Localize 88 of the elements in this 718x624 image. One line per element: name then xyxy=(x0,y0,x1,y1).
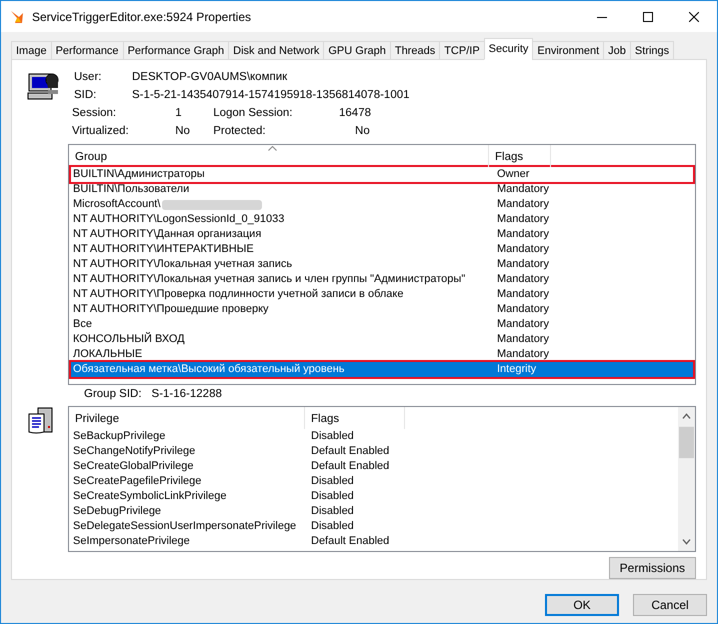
ok-button[interactable]: OK xyxy=(545,594,619,616)
tab[interactable]: Strings xyxy=(630,41,674,60)
column-header[interactable]: Flags xyxy=(305,407,405,429)
table-row[interactable]: NT AUTHORITY\ИНТЕРАКТИВНЫЕ Mandatory xyxy=(71,242,693,257)
flags-cell-text: Mandatory xyxy=(496,197,550,212)
flags-cell-text: Disabled xyxy=(310,474,355,489)
group-cell: NT AUTHORITY\Проверка подлинности учетной записи в облаке xyxy=(73,287,404,302)
table-row[interactable]: Все Mandatory xyxy=(71,317,693,332)
privilege-cell-text: SeDelegateSessionUserImpersonatePrivilege xyxy=(72,519,298,534)
group-cell: КОНСОЛЬНЫЙ ВХОД xyxy=(73,332,185,347)
group-cell: ЛОКАЛЬНЫЕ xyxy=(73,347,142,362)
field-label: Virtualized: xyxy=(72,125,130,137)
flags-cell-text: Integrity xyxy=(496,362,538,377)
flags-cell-text: Disabled xyxy=(310,519,355,534)
flags-cell-text: Mandatory xyxy=(496,227,550,242)
privilege-cell-text: SeImpersonatePrivilege xyxy=(72,534,191,549)
table-row[interactable]: ЛОКАЛЬНЫЕ Mandatory xyxy=(71,347,693,362)
field-label: Logon Session: xyxy=(213,107,294,119)
flags-cell-text: Default Enabled xyxy=(310,459,390,474)
flags-cell-text: Mandatory xyxy=(496,242,550,257)
table-row[interactable]: MicrosoftAccount\ Mandatory xyxy=(71,197,693,212)
flags-cell-text: Mandatory xyxy=(496,257,550,272)
group-cell: NT AUTHORITY\Прошедшие проверку xyxy=(73,302,269,317)
flags-cell-text: Mandatory xyxy=(496,317,550,332)
tab[interactable]: Image xyxy=(11,41,52,60)
maximize-icon xyxy=(643,12,653,22)
close-icon xyxy=(689,12,699,22)
group-cell: BUILTIN\Пользователи xyxy=(73,182,190,197)
table-row[interactable]: NT AUTHORITY\Данная организация Mandatory xyxy=(71,227,693,242)
group-cell: Обязательная метка\Высокий обязательный уровень xyxy=(73,362,345,377)
privilege-cell-text: SeDebugPrivilege xyxy=(72,504,162,519)
table-row[interactable]: NT AUTHORITY\Прошедшие проверку Mandatory xyxy=(71,302,693,317)
field-value: 1 xyxy=(175,107,183,119)
group-cell: BUILTIN\Администраторы xyxy=(73,167,205,182)
flags-cell-text: Mandatory xyxy=(496,302,550,317)
flags-cell-text: Mandatory xyxy=(496,182,550,197)
flags-cell-text: Disabled xyxy=(310,429,355,444)
cancel-button[interactable]: Cancel xyxy=(633,594,707,616)
flags-cell-text: Mandatory xyxy=(496,272,550,287)
field-value: S-1-5-21-1435407914-1574195918-1356814078-1001 xyxy=(132,89,410,101)
field-value: DESKTOP-GV0AUMS\компик xyxy=(132,71,288,83)
flags-cell-text: Default Enabled xyxy=(310,534,390,549)
group-cell: MicrosoftAccount\ xyxy=(73,197,160,212)
table-row[interactable]: КОНСОЛЬНЫЙ ВХОД Mandatory xyxy=(71,332,693,347)
field-value: No xyxy=(175,125,191,137)
group-cell: NT AUTHORITY\ИНТЕРАКТИВНЫЕ xyxy=(73,242,254,257)
group-cell: NT AUTHORITY\Локальная учетная запись xyxy=(73,257,292,272)
group-cell: NT AUTHORITY\LogonSessionId_0_91033 xyxy=(73,212,284,227)
table-row[interactable]: BUILTIN\Пользователи Mandatory xyxy=(71,182,693,197)
field-label: Session: xyxy=(72,107,118,119)
field-value: S-1-16-12288 xyxy=(152,388,222,400)
column-header[interactable]: Flags xyxy=(489,145,551,167)
flags-cell-text: Default Enabled xyxy=(310,444,390,459)
window-title: ServiceTriggerEditor.exe:5924 Properties xyxy=(32,10,252,24)
table-row[interactable]: NT AUTHORITY\Локальная учетная запись и член группы "Администраторы" Mandatory xyxy=(71,272,693,287)
privilege-cell-text: SeBackupPrivilege xyxy=(72,429,166,444)
flags-cell-text: Disabled xyxy=(310,504,355,519)
vertical-scrollbar[interactable] xyxy=(678,407,695,551)
column-header[interactable]: Privilege xyxy=(69,407,305,429)
flags-cell-text: Disabled xyxy=(310,489,355,504)
flags-cell-text: Mandatory xyxy=(496,347,550,362)
field-label: User: xyxy=(74,71,102,83)
flags-cell-text: Mandatory xyxy=(496,212,550,227)
permissions-button[interactable]: Permissions xyxy=(608,557,696,579)
privilege-cell-text: SeCreatePagefilePrivilege xyxy=(72,474,202,489)
privilege-cell-text: SeChangeNotifyPrivilege xyxy=(72,444,196,459)
table-row[interactable]: NT AUTHORITY\LogonSessionId_0_91033 Mandatory xyxy=(71,212,693,227)
app-icon xyxy=(9,8,25,24)
flags-cell-text: Owner xyxy=(496,167,530,182)
field-value: No xyxy=(354,125,371,137)
column-header[interactable]: Group xyxy=(69,145,489,167)
tab[interactable]: Security xyxy=(484,38,534,60)
group-cell: NT AUTHORITY\Данная организация xyxy=(73,227,262,242)
table-row[interactable]: NT AUTHORITY\Локальная учетная запись Mandatory xyxy=(71,257,693,272)
field-label: Group SID: xyxy=(84,388,142,400)
flags-cell-text: Mandatory xyxy=(496,332,550,347)
privilege-cell-text: SeCreateSymbolicLinkPrivilege xyxy=(72,489,228,504)
group-cell: NT AUTHORITY\Локальная учетная запись и член группы "Администраторы" xyxy=(73,272,466,287)
group-cell: Все xyxy=(73,317,92,332)
privilege-cell-text: SeCreateGlobalPrivilege xyxy=(72,459,194,474)
field-label: Protected: xyxy=(213,125,267,137)
field-value: 16478 xyxy=(339,107,372,119)
table-row[interactable]: NT AUTHORITY\Проверка подлинности учетной записи в облаке Mandatory xyxy=(71,287,693,302)
table-row[interactable]: Обязательная метка\Высокий обязательный уровень Integrity xyxy=(71,362,693,377)
flags-cell-text: Mandatory xyxy=(496,287,550,302)
field-label: SID: xyxy=(74,89,98,101)
tab[interactable]: Environment xyxy=(532,41,604,60)
table-row[interactable]: BUILTIN\Администраторы Owner xyxy=(71,167,693,182)
